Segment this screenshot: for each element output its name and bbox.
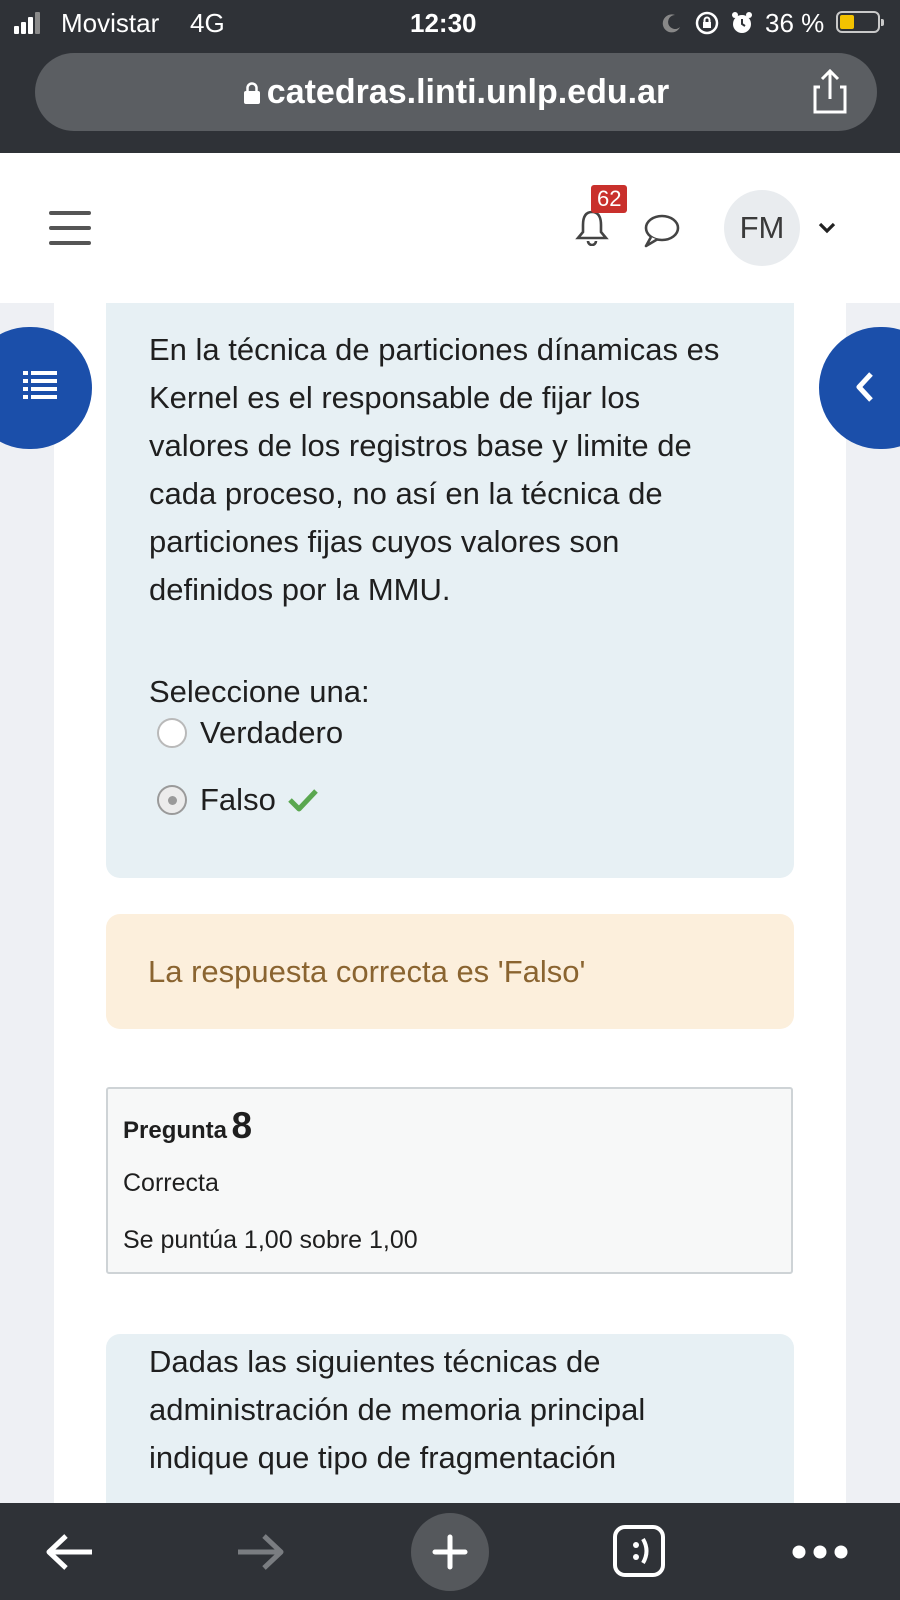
question-number: Pregunta 8 — [123, 1105, 252, 1147]
hamburger-icon[interactable] — [49, 211, 91, 247]
status-bar: Movistar 4G 12:30 36 % — [0, 0, 900, 48]
forward-arrow-icon[interactable] — [234, 1532, 286, 1572]
option-verdadero[interactable]: Verdadero — [157, 708, 457, 758]
notification-badge: 62 — [591, 185, 628, 213]
url-bar[interactable]: catedras.linti.unlp.edu.ar — [35, 53, 877, 131]
question-info-box: Pregunta 8 Correcta Se puntúa 1,00 sobre… — [106, 1087, 793, 1274]
signal-icon — [14, 12, 42, 34]
check-icon — [288, 789, 318, 812]
plus-icon — [432, 1534, 468, 1570]
battery-icon — [836, 11, 884, 33]
question-card: En la técnica de particiones dínamicas e… — [106, 303, 794, 878]
next-question-text: Dadas las siguientes técnicas de adminis… — [149, 1344, 646, 1475]
list-icon — [23, 371, 57, 399]
option-label: Falso — [200, 782, 276, 817]
avatar[interactable]: FM — [724, 190, 800, 266]
bell-icon[interactable] — [574, 208, 610, 246]
network-type: 4G — [190, 8, 225, 38]
new-tab-button[interactable] — [411, 1513, 489, 1591]
feedback-text: La respuesta correcta es 'Falso' — [148, 954, 586, 989]
radio-verdadero[interactable] — [157, 718, 187, 748]
question-text: En la técnica de particiones dínamicas e… — [149, 332, 720, 607]
alarm-icon — [732, 12, 752, 33]
question-label: Pregunta — [123, 1117, 228, 1144]
option-label: Verdadero — [200, 715, 344, 750]
battery-percent: 36 % — [765, 8, 825, 38]
moon-icon — [662, 14, 680, 33]
chevron-down-icon[interactable] — [817, 221, 837, 235]
share-icon[interactable] — [810, 69, 850, 115]
chevron-left-icon — [856, 372, 873, 402]
url-text: catedras.linti.unlp.edu.ar — [266, 73, 670, 111]
question-state: Correcta — [123, 1169, 219, 1197]
option-falso[interactable]: Falso — [157, 775, 457, 825]
question-number-value: 8 — [231, 1105, 253, 1146]
clock: 12:30 — [410, 8, 477, 38]
lock-icon — [243, 82, 260, 104]
chat-icon[interactable] — [641, 213, 681, 249]
correct-answer-feedback: La respuesta correcta es 'Falso' — [106, 914, 794, 1029]
rotation-lock-icon — [695, 11, 719, 35]
carrier-name: Movistar — [61, 8, 160, 38]
radio-falso[interactable] — [157, 785, 187, 815]
more-menu-icon[interactable] — [790, 1542, 850, 1562]
back-arrow-icon[interactable] — [44, 1532, 96, 1572]
question-grade: Se puntúa 1,00 sobre 1,00 — [123, 1226, 418, 1254]
tabs-icon[interactable] — [612, 1524, 666, 1578]
